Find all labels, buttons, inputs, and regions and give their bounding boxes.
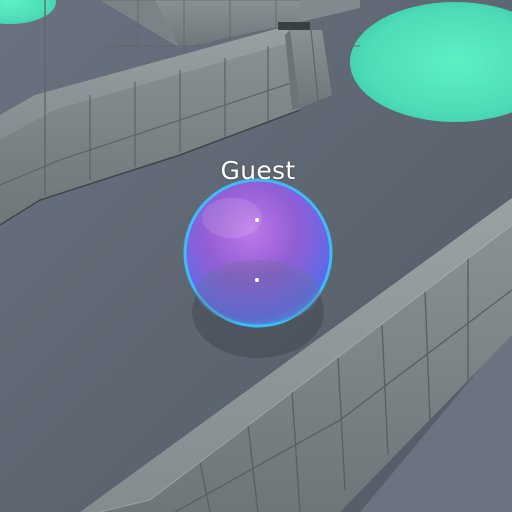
ball-highlight: [255, 218, 259, 222]
game-viewport[interactable]: Guest: [0, 0, 512, 512]
scene-canvas: [0, 0, 512, 512]
player-ball[interactable]: [183, 178, 333, 328]
player-name-label: Guest: [220, 156, 296, 185]
ball-highlight-lower: [255, 278, 259, 282]
